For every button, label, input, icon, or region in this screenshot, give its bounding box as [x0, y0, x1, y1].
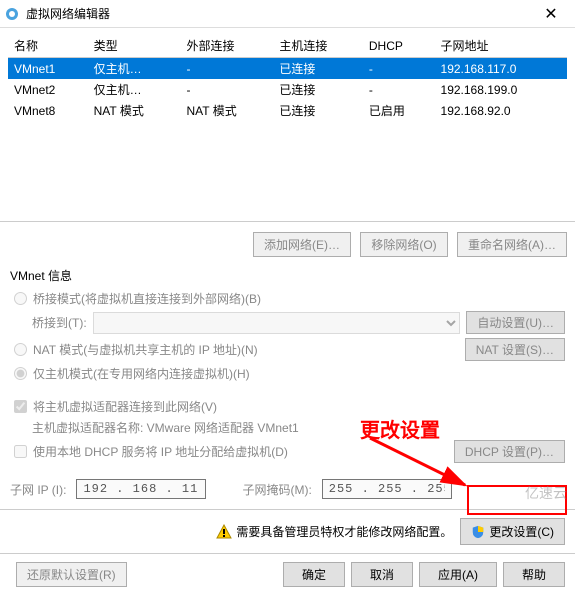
column-header[interactable]: 子网地址: [435, 34, 567, 58]
use-dhcp-label: 使用本地 DHCP 服务将 IP 地址分配给虚拟机(D): [33, 443, 288, 460]
auto-settings-button: 自动设置(U)…: [466, 311, 565, 334]
change-settings-button[interactable]: 更改设置(C): [460, 518, 565, 545]
nat-mode-radio: [14, 343, 27, 356]
table-row[interactable]: VMnet8NAT 模式NAT 模式已连接已启用192.168.92.0: [8, 100, 567, 121]
cell-dhcp: -: [363, 58, 435, 80]
cell-subnet: 192.168.92.0: [435, 100, 567, 121]
host-only-label: 仅主机模式(在专用网络内连接虚拟机)(H): [33, 365, 250, 382]
restore-defaults-button[interactable]: 还原默认设置(R): [16, 562, 127, 587]
connect-adapter-label: 将主机虚拟适配器连接到此网络(V): [33, 398, 217, 415]
table-row[interactable]: VMnet2仅主机…-已连接-192.168.199.0: [8, 79, 567, 100]
column-header[interactable]: 外部连接: [180, 34, 273, 58]
bridge-to-label: 桥接到(T):: [32, 314, 87, 331]
cell-subnet: 192.168.199.0: [435, 79, 567, 100]
subnet-ip-input: [76, 479, 206, 499]
column-header[interactable]: 名称: [8, 34, 88, 58]
cell-host: 已连接: [273, 100, 363, 121]
subnet-mask-input: [322, 479, 452, 499]
cell-host: 已连接: [273, 58, 363, 80]
annotation-text: 更改设置: [360, 414, 440, 443]
warning-icon: [216, 524, 232, 540]
bridge-mode-radio: [14, 292, 27, 305]
cell-type: 仅主机…: [88, 79, 181, 100]
column-header[interactable]: 主机连接: [273, 34, 363, 58]
nat-mode-label: NAT 模式(与虚拟机共享主机的 IP 地址)(N): [33, 341, 258, 358]
shield-icon: [471, 525, 485, 539]
close-button[interactable]: ✕: [531, 0, 571, 28]
cell-ext: NAT 模式: [180, 100, 273, 121]
bridge-to-combo: [93, 312, 461, 334]
cancel-button[interactable]: 取消: [351, 562, 413, 587]
column-header[interactable]: 类型: [88, 34, 181, 58]
cell-type: 仅主机…: [88, 58, 181, 80]
subnet-ip-label: 子网 IP (I):: [10, 481, 66, 498]
admin-message: 需要具备管理员特权才能修改网络配置。: [236, 523, 452, 540]
remove-network-button[interactable]: 移除网络(O): [360, 232, 447, 257]
cell-subnet: 192.168.117.0: [435, 58, 567, 80]
help-button[interactable]: 帮助: [503, 562, 565, 587]
add-network-button[interactable]: 添加网络(E)…: [253, 232, 351, 257]
ok-button[interactable]: 确定: [283, 562, 345, 587]
cell-name: VMnet1: [8, 58, 88, 80]
cell-ext: -: [180, 79, 273, 100]
vmnet-info-title: VMnet 信息: [10, 267, 565, 284]
window-title: 虚拟网络编辑器: [26, 5, 531, 22]
dhcp-settings-button: DHCP 设置(P)…: [454, 440, 565, 463]
bridge-mode-label: 桥接模式(将虚拟机直接连接到外部网络)(B): [33, 290, 261, 307]
cell-type: NAT 模式: [88, 100, 181, 121]
connect-adapter-checkbox: [14, 400, 27, 413]
cell-ext: -: [180, 58, 273, 80]
app-icon: [4, 6, 20, 22]
cell-name: VMnet2: [8, 79, 88, 100]
cell-dhcp: 已启用: [363, 100, 435, 121]
network-table: 名称类型外部连接主机连接DHCP子网地址 VMnet1仅主机…-已连接-192.…: [0, 28, 575, 121]
cell-dhcp: -: [363, 79, 435, 100]
subnet-mask-label: 子网掩码(M):: [242, 481, 311, 498]
cell-host: 已连接: [273, 79, 363, 100]
rename-network-button[interactable]: 重命名网络(A)…: [457, 232, 567, 257]
use-dhcp-checkbox: [14, 445, 27, 458]
apply-button[interactable]: 应用(A): [419, 562, 497, 587]
column-header[interactable]: DHCP: [363, 34, 435, 58]
nat-settings-button: NAT 设置(S)…: [465, 338, 565, 361]
adapter-name-text: 主机虚拟适配器名称: VMware 网络适配器 VMnet1: [32, 419, 565, 436]
cell-name: VMnet8: [8, 100, 88, 121]
watermark: 亿速云: [525, 483, 567, 503]
table-row[interactable]: VMnet1仅主机…-已连接-192.168.117.0: [8, 58, 567, 80]
host-only-radio: [14, 367, 27, 380]
